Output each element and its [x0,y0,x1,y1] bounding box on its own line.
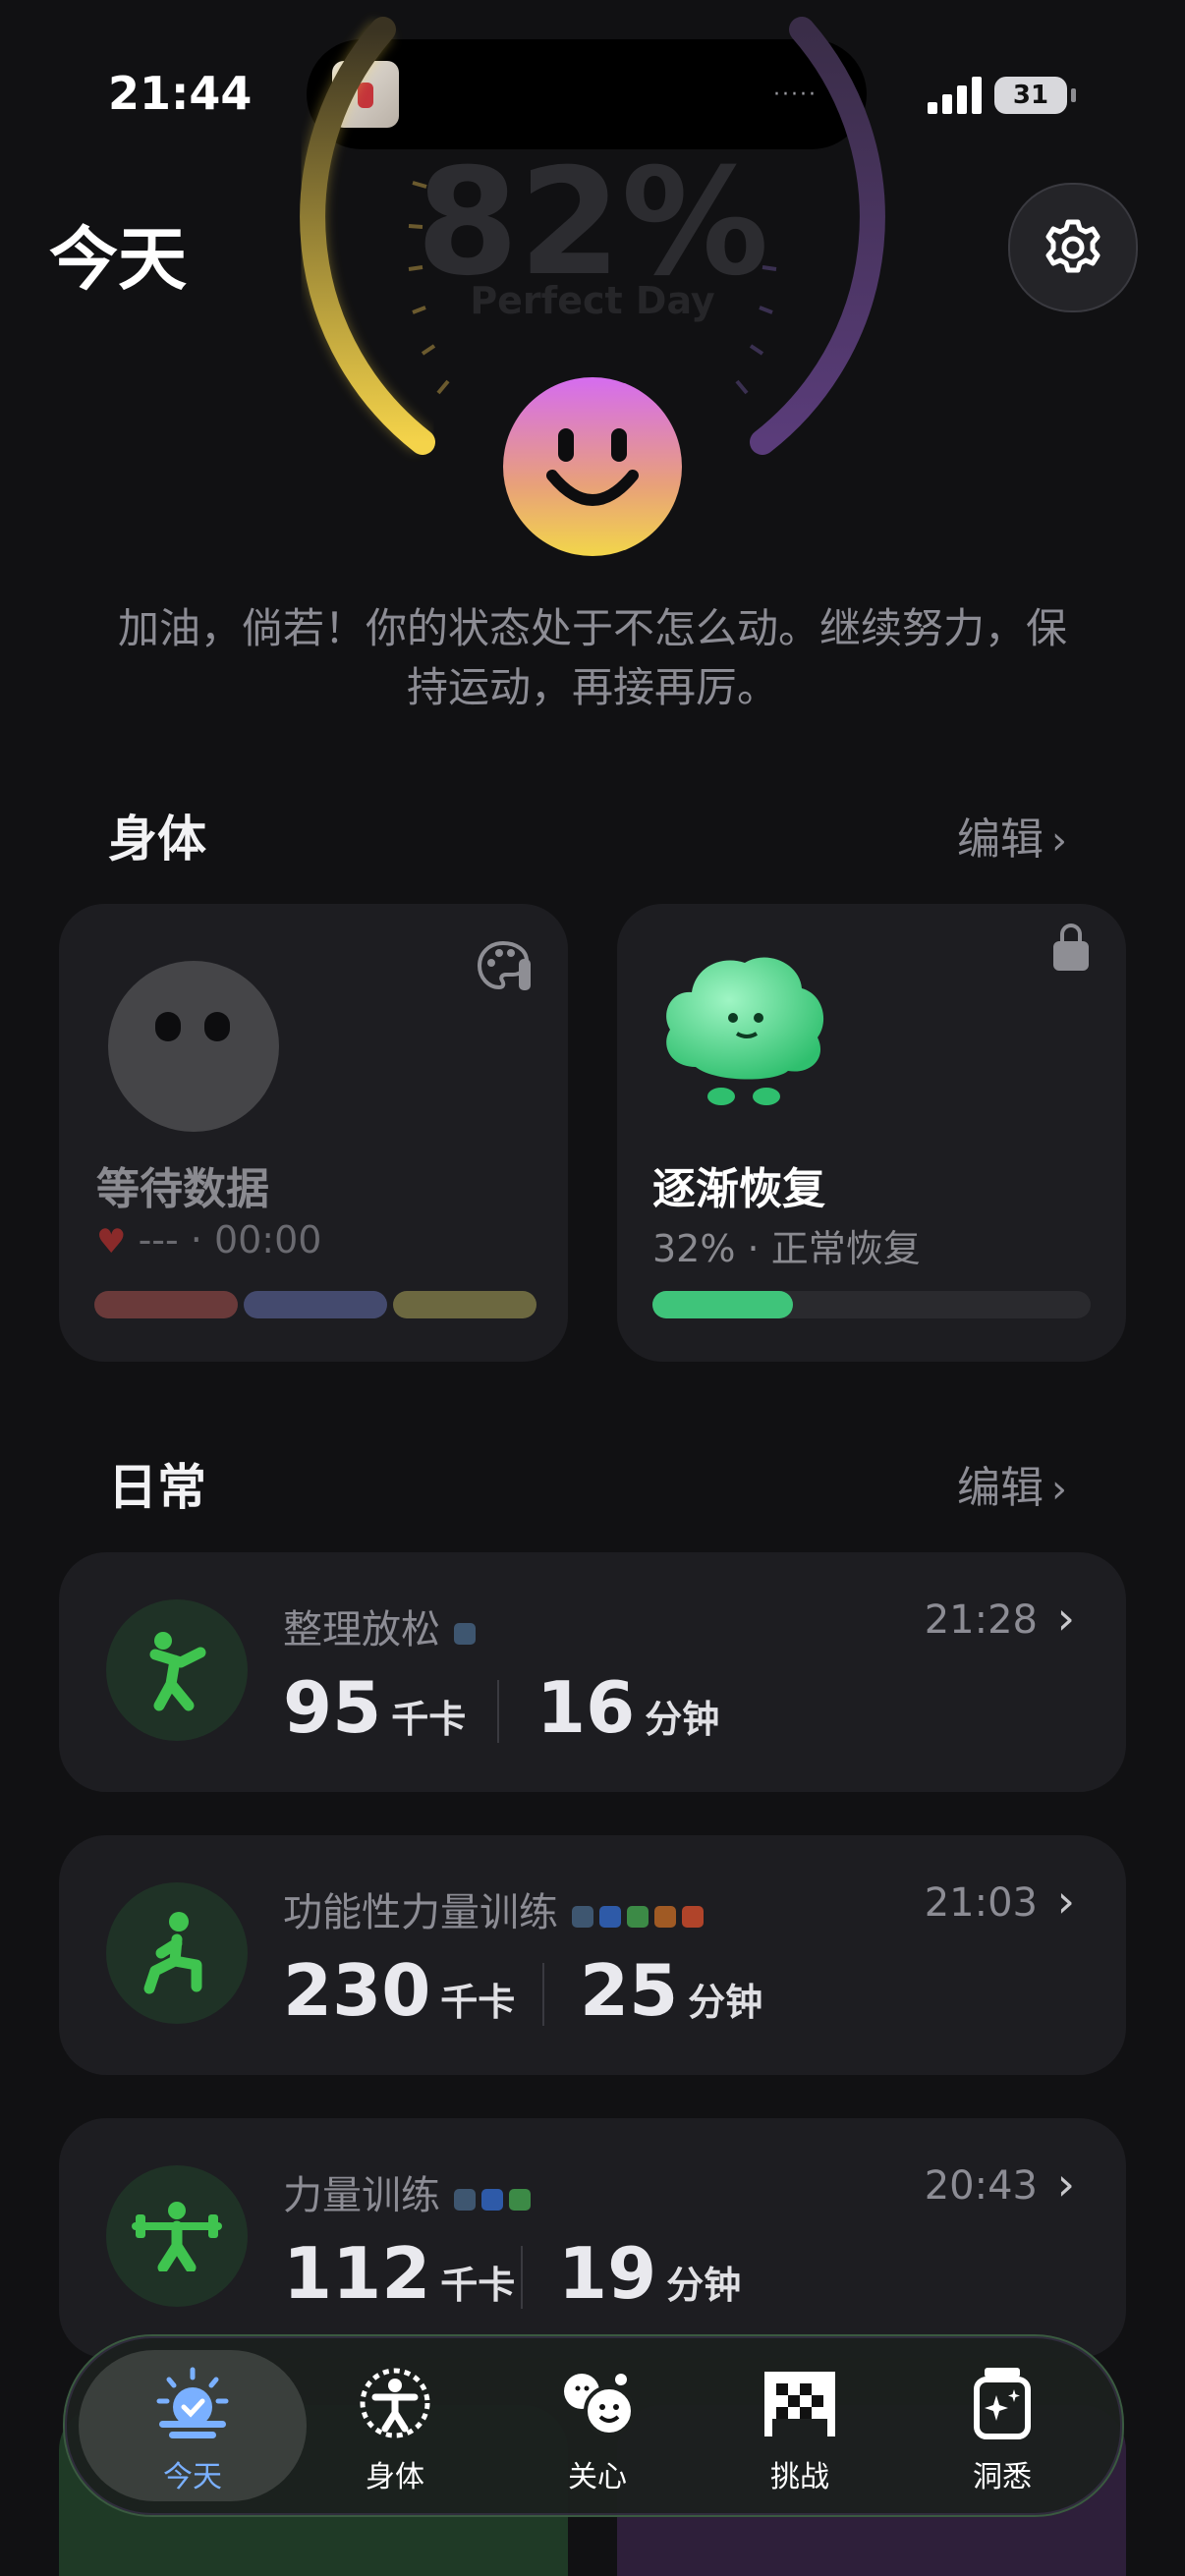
activity-card-cooldown[interactable]: 整理放松 21:28 › 95 千卡 16 分钟 [59,1552,1126,1792]
segment-bar-2 [244,1291,387,1318]
activity-icon-circle [106,1882,248,2024]
edit-label: 编辑 [957,1463,1044,1513]
body-card-recovery[interactable]: 逐渐恢复 32% · 正常恢复 [617,904,1126,1362]
activity-card-strength[interactable]: 力量训练 20:43 › 112 千卡 19 分钟 [59,2118,1126,2358]
activity-duration: 19 分钟 [558,2232,741,2315]
chevron-right-icon: › [1056,2157,1075,2211]
kcal-unit: 千卡 [440,1981,516,2024]
activity-stats: 230 千卡 [283,1949,515,2032]
stats-divider [497,1680,499,1743]
activity-time: 21:28 [924,1597,1038,1643]
daily-edit-button[interactable]: 编辑 › [957,1452,1067,1515]
body-edit-button[interactable]: 编辑 › [957,804,1067,867]
kcal-unit: 千卡 [440,2264,516,2307]
activity-name: 力量训练 [283,2163,536,2220]
mood-face[interactable] [503,377,682,556]
status-time: 21:44 [108,67,253,120]
battery-icon: 31 [994,77,1067,114]
tab-label: 关心 [568,2460,627,2494]
chevron-right-icon: › [1051,1467,1067,1512]
placeholder-avatar [108,961,279,1132]
tab-insight[interactable]: 洞悉 [914,2366,1091,2495]
palette-icon[interactable] [476,939,535,994]
tab-label: 洞悉 [973,2460,1032,2494]
lunge-icon [143,1912,202,1994]
stats-divider [542,1963,544,2026]
activity-icon-circle [106,1599,248,1741]
gear-icon [1045,219,1100,273]
tab-care[interactable]: 关心 [509,2366,686,2495]
activity-time: 21:03 [924,1880,1038,1926]
section-title-daily: 日常 [108,1459,206,1516]
activity-stats: 95 千卡 [283,1666,466,1749]
activity-name: 功能性力量训练 [283,1880,709,1937]
chevron-right-icon: › [1056,1592,1075,1645]
page-title: 今天 [49,219,187,300]
checkered-flag-icon [764,2372,835,2436]
intensity-dots [454,2175,536,2220]
card-title: 等待数据 [96,1164,269,1214]
section-title-body: 身体 [108,811,206,868]
sun-check-icon [156,2367,229,2438]
lock-icon [1053,924,1089,971]
activity-icon-circle [106,2165,248,2307]
segment-bar-1 [94,1291,238,1318]
heart-icon: ♥ [96,1222,127,1261]
tab-label: 挑战 [770,2460,829,2494]
intensity-dots [572,1892,709,1937]
chevron-right-icon: › [1056,1875,1075,1928]
minutes-unit: 分钟 [688,1981,763,2024]
edit-label: 编辑 [957,814,1044,865]
recovery-progress-fill [652,1291,793,1318]
heart-rate-value: --- · 00:00 [138,1218,322,1261]
smiley-icon [546,428,639,506]
tab-label: 今天 [163,2460,222,2494]
motivation-text: 加油，倘若！你的状态处于不怎么动。继续努力，保持运动，再接再厉。 [117,604,1067,711]
tab-bar: 今天 身体 关心 挑战 洞悉 [63,2334,1124,2517]
tab-challenge[interactable]: 挑战 [711,2366,888,2495]
intensity-dots [454,1609,481,1654]
battery-tip [1071,88,1076,102]
body-icon [360,2368,430,2438]
segment-bar-3 [393,1291,536,1318]
kcal-value: 112 [283,2232,431,2315]
cellular-signal-icon [928,75,985,114]
activity-time: 20:43 [924,2163,1038,2209]
care-faces-icon [564,2374,635,2436]
cloud-mascot-icon [666,957,824,1105]
card-detail: ♥ --- · 00:00 [96,1218,321,1261]
activity-name-text: 力量训练 [283,2173,440,2218]
settings-button[interactable] [1008,183,1138,312]
kcal-value: 95 [283,1666,382,1749]
activity-card-functional-strength[interactable]: 功能性力量训练 21:03 › 230 千卡 25 分钟 [59,1835,1126,2075]
body-card-waiting[interactable]: 等待数据 ♥ --- · 00:00 [59,904,568,1362]
activity-name: 整理放松 [283,1597,481,1654]
minutes-unit: 分钟 [666,2264,742,2307]
minutes-value: 25 [580,1949,679,2032]
sparkle-jar-icon [974,2368,1031,2439]
minutes-unit: 分钟 [645,1698,720,1741]
tab-label: 身体 [366,2460,424,2494]
chevron-right-icon: › [1051,818,1067,864]
card-title: 逐渐恢复 [652,1164,825,1214]
activity-name-text: 整理放松 [283,1607,440,1652]
activity-name-text: 功能性力量训练 [283,1890,558,1935]
tab-today[interactable]: 今天 [104,2366,281,2495]
stretching-icon [149,1632,206,1711]
kcal-value: 230 [283,1949,431,2032]
stats-divider [521,2246,523,2309]
minutes-value: 16 [536,1666,636,1749]
kcal-unit: 千卡 [391,1698,467,1741]
recovery-progress-track [652,1291,1091,1318]
activity-duration: 25 分钟 [580,1949,762,2032]
tab-body[interactable]: 身体 [307,2366,483,2495]
minutes-value: 19 [558,2232,657,2315]
activity-duration: 16 分钟 [536,1666,719,1749]
activity-stats: 112 千卡 [283,2232,515,2315]
card-detail: 32% · 正常恢复 [652,1227,921,1270]
weightlifting-icon [132,2202,222,2271]
